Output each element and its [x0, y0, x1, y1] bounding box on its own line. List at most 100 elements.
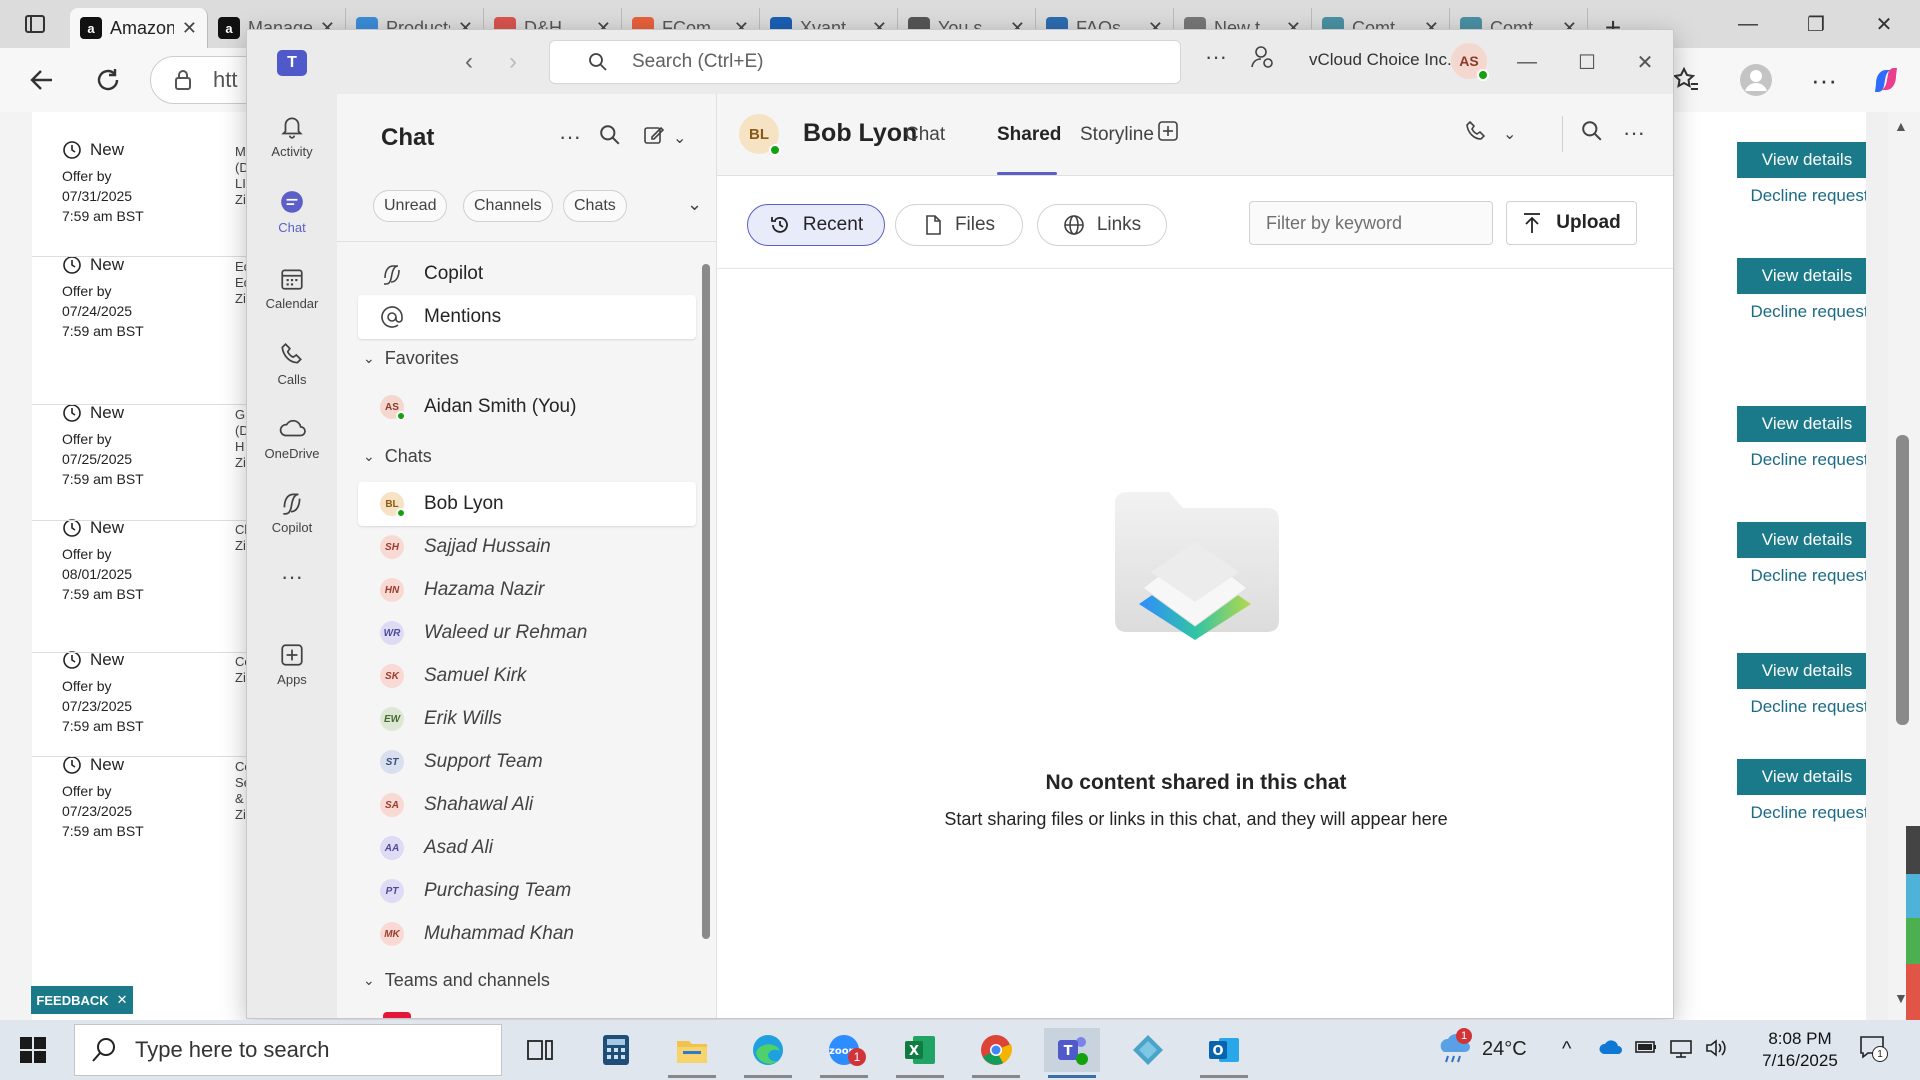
conversation-avatar[interactable]: BL	[739, 114, 781, 156]
tab-close-icon[interactable]: ✕	[182, 18, 197, 39]
calculator-app[interactable]	[588, 1028, 644, 1072]
teams-close-button[interactable]: ✕	[1625, 44, 1665, 80]
workspaces-button[interactable]	[0, 0, 70, 48]
view-details-button[interactable]: View details	[1737, 522, 1877, 558]
team-avatar[interactable]	[383, 1012, 411, 1018]
chat-filter-channels[interactable]: Channels	[463, 190, 553, 222]
add-tab-button[interactable]	[1157, 120, 1179, 148]
chat-item[interactable]: SA Shahawal Ali	[358, 783, 696, 827]
feedback-close-icon[interactable]: ✕	[117, 992, 128, 1008]
battery-tray-icon[interactable]	[1634, 1038, 1658, 1062]
view-details-button[interactable]: View details	[1737, 142, 1877, 178]
chat-item[interactable]: SK Samuel Kirk	[358, 654, 696, 698]
excel-app[interactable]: X	[892, 1028, 948, 1078]
rail-item-onedrive[interactable]: OneDrive	[247, 416, 337, 461]
new-chat-dropdown-chevron-icon[interactable]: ⌄	[673, 128, 686, 148]
chat-filter-chats[interactable]: Chats	[563, 190, 627, 222]
chat-search-button[interactable]	[599, 124, 621, 152]
chat-more-options-button[interactable]: ···	[559, 124, 581, 150]
start-button[interactable]	[20, 1037, 46, 1068]
teams-back-button[interactable]: ‹	[465, 48, 473, 76]
view-details-button[interactable]: View details	[1737, 653, 1877, 689]
rail-item-chat[interactable]: Chat	[247, 190, 337, 235]
chat-pinned-mentions[interactable]: Mentions	[358, 295, 696, 339]
chat-item[interactable]: EW Erik Wills	[358, 697, 696, 741]
chat-item[interactable]: SH Sajjad Hussain	[358, 525, 696, 569]
browser-tab[interactable]: a Amazon ✕	[70, 8, 208, 48]
chat-list-scrollbar[interactable]	[702, 264, 710, 939]
shared-filter-links[interactable]: Links	[1037, 204, 1167, 246]
page-scrollbar-thumb[interactable]	[1896, 435, 1909, 725]
call-button[interactable]	[1465, 120, 1487, 148]
user-avatar[interactable]: AS	[1451, 43, 1489, 81]
view-details-button[interactable]: View details	[1737, 759, 1877, 795]
chat-item[interactable]: PT Purchasing Team	[358, 869, 696, 913]
call-dropdown-chevron-icon[interactable]: ⌄	[1503, 124, 1516, 144]
conversation-search-button[interactable]	[1581, 120, 1603, 148]
rail-item-calendar[interactable]: Calendar	[247, 266, 337, 311]
rail-item-copilot[interactable]: Copilot	[247, 490, 337, 535]
teams-search-input[interactable]: Search (Ctrl+E)	[549, 40, 1181, 84]
upload-button[interactable]: Upload	[1506, 201, 1637, 245]
refresh-button[interactable]	[86, 58, 130, 102]
outlook-app[interactable]: O	[1196, 1028, 1252, 1078]
filter-keyword-input[interactable]	[1249, 201, 1493, 245]
people-button[interactable]	[1249, 44, 1275, 75]
show-hidden-icons-chevron-icon[interactable]: ^	[1562, 1038, 1571, 1061]
browser-close-button[interactable]: ✕	[1850, 0, 1918, 48]
decline-request-link[interactable]: Decline request	[1742, 186, 1877, 206]
decline-request-link[interactable]: Decline request	[1742, 697, 1877, 717]
teams-channels-group-header[interactable]: ⌄ Teams and channels	[363, 970, 550, 991]
teams-settings-more-button[interactable]: ···	[1205, 44, 1227, 70]
back-button[interactable]	[20, 58, 64, 102]
browser-restore-button[interactable]: ❐	[1782, 0, 1850, 48]
zoom-app[interactable]: zoom 1	[816, 1028, 872, 1078]
scroll-up-arrow-icon[interactable]: ▲	[1894, 118, 1908, 134]
chat-item[interactable]: ST Support Team	[358, 740, 696, 784]
notification-center-button[interactable]: 1	[1858, 1034, 1888, 1066]
view-details-button[interactable]: View details	[1737, 406, 1877, 442]
teams-forward-button[interactable]: ›	[509, 48, 517, 76]
profile-button[interactable]	[1734, 58, 1778, 102]
decline-request-link[interactable]: Decline request	[1742, 302, 1877, 322]
browser-menu-button[interactable]: ···	[1802, 58, 1846, 102]
teams-maximize-button[interactable]: ☐	[1567, 44, 1607, 80]
rail-more-apps-button[interactable]: ···	[247, 564, 337, 590]
shared-filter-recent[interactable]: Recent	[747, 204, 885, 246]
decline-request-link[interactable]: Decline request	[1742, 803, 1877, 823]
decline-request-link[interactable]: Decline request	[1742, 566, 1877, 586]
shared-filter-files[interactable]: Files	[895, 204, 1023, 246]
taskbar-search-box[interactable]: Type here to search	[74, 1024, 502, 1076]
chat-item[interactable]: AS Aidan Smith (You)	[358, 385, 696, 429]
new-chat-button[interactable]	[643, 124, 667, 152]
copilot-browser-button[interactable]	[1864, 58, 1908, 102]
rail-item-calls[interactable]: Calls	[247, 342, 337, 387]
teams-taskbar-app[interactable]: T	[1044, 1028, 1100, 1078]
page-scrollbar[interactable]	[1866, 112, 1888, 1020]
chrome-app[interactable]	[968, 1028, 1024, 1078]
feedback-button[interactable]: FEEDBACK ✕	[31, 986, 133, 1014]
weather-temperature[interactable]: 24°C	[1482, 1038, 1527, 1061]
rail-item-activity[interactable]: Activity	[247, 114, 337, 159]
chats-group-header[interactable]: ⌄ Chats	[363, 446, 432, 467]
chat-item[interactable]: BL Bob Lyon	[358, 482, 696, 526]
favorites-group-header[interactable]: ⌄ Favorites	[363, 348, 459, 369]
chat-item[interactable]: MK Muhammad Khan	[358, 912, 696, 956]
tab-storyline[interactable]: Storyline	[1080, 124, 1154, 146]
chat-item[interactable]: AA Asad Ali	[358, 826, 696, 870]
tab-shared[interactable]: Shared	[997, 124, 1061, 146]
network-tray-icon[interactable]	[1668, 1038, 1694, 1064]
decline-request-link[interactable]: Decline request	[1742, 450, 1877, 470]
taskbar-clock[interactable]: 8:08 PM 7/16/2025	[1755, 1028, 1845, 1072]
app-pinned-diamond[interactable]	[1120, 1028, 1176, 1072]
rail-item-apps[interactable]: Apps	[247, 642, 337, 687]
file-explorer-app[interactable]	[664, 1028, 720, 1078]
view-details-button[interactable]: View details	[1737, 258, 1877, 294]
organization-name[interactable]: vCloud Choice Inc.	[1309, 50, 1452, 70]
filter-expand-chevron-icon[interactable]: ⌄	[687, 194, 702, 215]
conversation-name[interactable]: Bob Lyon	[803, 119, 917, 148]
browser-minimize-button[interactable]: —	[1714, 0, 1782, 48]
teams-minimize-button[interactable]: —	[1507, 44, 1547, 80]
conversation-more-button[interactable]: ···	[1623, 120, 1645, 146]
chat-item[interactable]: WR Waleed ur Rehman	[358, 611, 696, 655]
